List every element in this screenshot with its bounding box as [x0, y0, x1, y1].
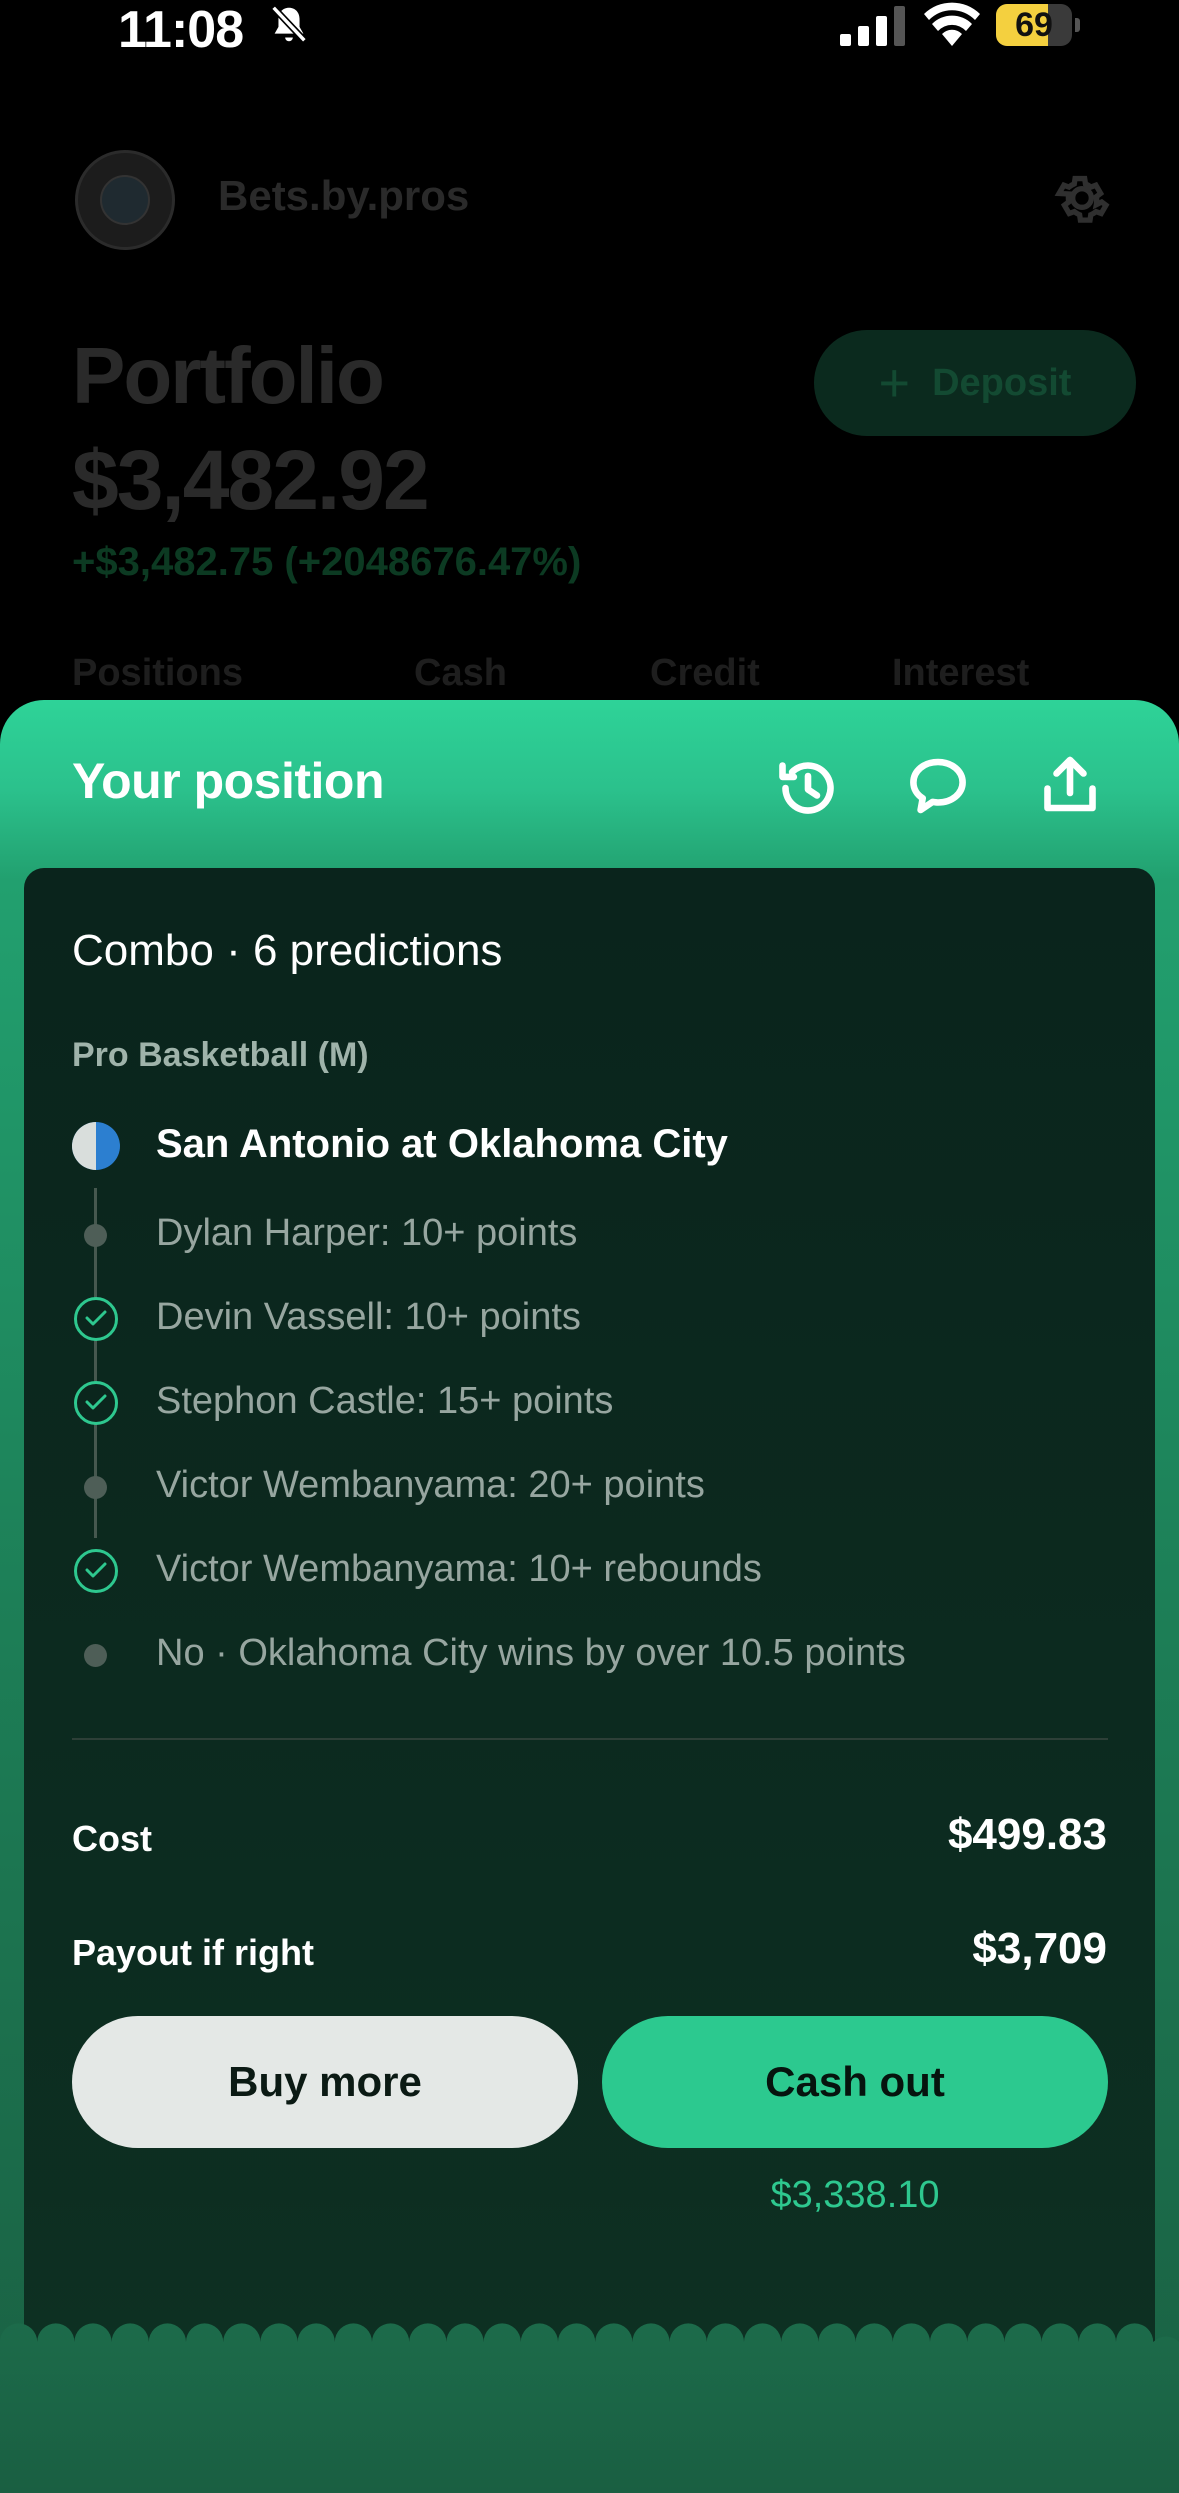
- leg-label: Dylan Harper: 10+ points: [156, 1212, 578, 1254]
- league-label: Pro Basketball (M): [72, 1036, 369, 1074]
- payout-value: $3,709: [972, 1924, 1107, 1973]
- share-icon[interactable]: [1034, 748, 1106, 820]
- pending-dot-icon: [84, 1224, 107, 1247]
- logo-emblem-icon: [100, 175, 150, 225]
- leg-label: Stephon Castle: 15+ points: [156, 1380, 614, 1422]
- check-circle-icon: [74, 1381, 118, 1425]
- game-status-icon: [72, 1122, 120, 1170]
- tab-credit[interactable]: Credit: [650, 652, 760, 695]
- game-title: San Antonio at Oklahoma City: [156, 1122, 728, 1166]
- cash-out-button[interactable]: Cash out: [602, 2016, 1108, 2148]
- deposit-label: Deposit: [932, 361, 1072, 404]
- app-logo[interactable]: [75, 150, 175, 250]
- portfolio-background: Bets.by.pros Portfolio $3,482.92 +$3,482…: [0, 0, 1179, 700]
- leg-label: Devin Vassell: 10+ points: [156, 1296, 581, 1338]
- position-sheet: Your position Combo · 6 predictions Pro …: [0, 700, 1179, 2493]
- history-icon[interactable]: [772, 752, 844, 824]
- leg-label: No · Oklahoma City wins by over 10.5 poi…: [156, 1632, 906, 1674]
- tab-interest[interactable]: Interest: [892, 652, 1029, 695]
- leg-label: Victor Wembanyama: 10+ rebounds: [156, 1548, 762, 1590]
- sheet-title: Your position: [72, 753, 384, 809]
- leg-label: Victor Wembanyama: 20+ points: [156, 1464, 705, 1506]
- leg-item: Stephon Castle: 15+ points: [24, 1372, 1155, 1432]
- portfolio-change: +$3,482.75 (+2048676.47%): [72, 540, 582, 584]
- ticket-scallop-edge: [0, 2323, 1179, 2493]
- leg-item: Victor Wembanyama: 10+ rebounds: [24, 1540, 1155, 1600]
- check-circle-icon: [74, 1549, 118, 1593]
- leg-item: Dylan Harper: 10+ points: [24, 1204, 1155, 1264]
- divider: [72, 1738, 1108, 1740]
- leg-item: Devin Vassell: 10+ points: [24, 1288, 1155, 1348]
- pending-dot-icon: [84, 1644, 107, 1667]
- cash-out-value: $3,338.10: [770, 2174, 940, 2216]
- tab-positions[interactable]: Positions: [72, 652, 243, 695]
- cost-value: $499.83: [947, 1810, 1107, 1859]
- position-card: Combo · 6 predictions Pro Basketball (M)…: [24, 868, 1155, 2368]
- portfolio-value: $3,482.92: [72, 433, 430, 527]
- plus-icon: +: [878, 353, 911, 413]
- app-name: Bets.by.pros: [218, 172, 470, 219]
- buy-more-button[interactable]: Buy more: [72, 2016, 578, 2148]
- gear-icon[interactable]: [1050, 166, 1114, 230]
- leg-item: No · Oklahoma City wins by over 10.5 poi…: [24, 1624, 1155, 1684]
- chat-icon[interactable]: [902, 750, 974, 822]
- deposit-button[interactable]: + Deposit: [814, 330, 1136, 436]
- tab-cash[interactable]: Cash: [414, 652, 507, 695]
- leg-item: Victor Wembanyama: 20+ points: [24, 1456, 1155, 1516]
- portfolio-label: Portfolio: [72, 331, 385, 420]
- pending-dot-icon: [84, 1476, 107, 1499]
- buy-more-label: Buy more: [228, 2058, 422, 2105]
- cash-out-label: Cash out: [765, 2058, 945, 2105]
- payout-label: Payout if right: [72, 1932, 314, 1973]
- check-circle-icon: [74, 1297, 118, 1341]
- cost-label: Cost: [72, 1818, 152, 1859]
- combo-title: Combo · 6 predictions: [72, 926, 503, 975]
